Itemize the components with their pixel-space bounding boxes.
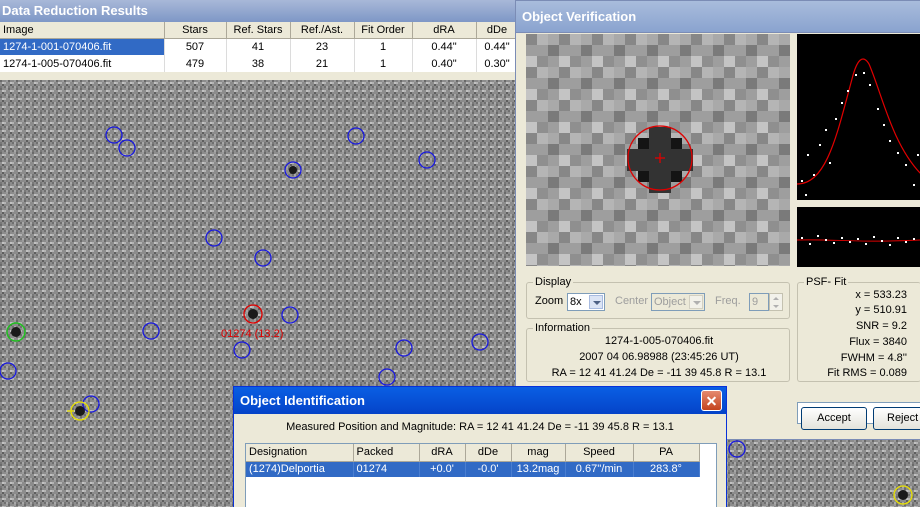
column-header-stars[interactable]: Stars bbox=[164, 22, 227, 39]
psf-profile-plot bbox=[797, 34, 920, 200]
identification-table: Designation Packed dRA dDe mag Speed PA … bbox=[246, 444, 700, 477]
identification-list[interactable]: Designation Packed dRA dDe mag Speed PA … bbox=[245, 443, 717, 507]
table-row[interactable]: 1274-1-001-070406.fit 507 41 23 1 0.44" … bbox=[0, 38, 519, 55]
info-position: RA = 12 41 41.24 De = -11 39 45.8 R = 13… bbox=[551, 367, 767, 379]
center-label: Center bbox=[615, 295, 649, 307]
measured-position-text: Measured Position and Magnitude: RA = 12… bbox=[286, 421, 674, 433]
psf-residual-plot bbox=[797, 207, 920, 267]
data-reduction-window: Data Reduction Results Image Stars Ref. … bbox=[0, 0, 519, 80]
info-file: 1274-1-005-070406.fit bbox=[604, 335, 714, 347]
display-group-label: Display bbox=[533, 276, 574, 288]
psf-fit-rms: Fit RMS = 0.089 bbox=[827, 367, 907, 379]
column-header-ref-stars[interactable]: Ref. Stars bbox=[226, 22, 291, 39]
info-time: 2007 04 06.98988 (23:45:26 UT) bbox=[579, 351, 739, 363]
column-header-dde[interactable]: dDe bbox=[476, 22, 519, 39]
accept-button[interactable]: Accept bbox=[801, 407, 867, 430]
table-row[interactable]: 1274-1-005-070406.fit 479 38 21 1 0.40" … bbox=[0, 55, 519, 72]
chevron-down-icon[interactable] bbox=[589, 295, 603, 309]
center-select[interactable]: Object bbox=[651, 293, 705, 311]
object-identification-title: Object Identification bbox=[234, 387, 726, 414]
data-reduction-table: Image Stars Ref. Stars Ref./Ast. Fit Ord… bbox=[0, 22, 519, 72]
display-group: Display Zoom 8x Center Object Freq. 9 bbox=[526, 276, 790, 319]
column-header-dra[interactable]: dRA bbox=[412, 22, 477, 39]
object-verification-window: Object Verification Display Zoom 8x Cent… bbox=[515, 0, 920, 440]
column-header-designation[interactable]: Designation bbox=[246, 444, 354, 462]
column-header-packed[interactable]: Packed bbox=[353, 444, 420, 462]
column-header-speed[interactable]: Speed bbox=[565, 444, 634, 462]
column-header-fit-order[interactable]: Fit Order bbox=[354, 22, 413, 39]
column-header-dra[interactable]: dRA bbox=[419, 444, 466, 462]
column-header-pa[interactable]: PA bbox=[633, 444, 700, 462]
object-verification-title: Object Verification bbox=[516, 1, 920, 33]
reject-button[interactable]: Reject bbox=[873, 407, 920, 430]
information-group: Information 1274-1-005-070406.fit 2007 0… bbox=[526, 322, 790, 382]
psf-flux: Flux = 3840 bbox=[849, 336, 907, 348]
asteroid-label: 01274 (13.2) bbox=[221, 328, 283, 340]
close-icon[interactable] bbox=[701, 390, 722, 411]
psf-snr: SNR = 9.2 bbox=[855, 320, 907, 332]
column-header-ref-ast[interactable]: Ref./Ast. bbox=[290, 22, 355, 39]
table-header-row: Image Stars Ref. Stars Ref./Ast. Fit Ord… bbox=[0, 22, 519, 39]
psf-y: y = 510.91 bbox=[855, 304, 907, 316]
column-header-image[interactable]: Image bbox=[0, 22, 165, 39]
psf-x: x = 533.23 bbox=[855, 289, 907, 301]
column-header-dde[interactable]: dDe bbox=[465, 444, 512, 462]
psf-fwhm: FWHM = 4.8'' bbox=[840, 352, 907, 364]
psf-fit-group: PSF- Fit x = 533.23 y = 510.91 SNR = 9.2… bbox=[797, 276, 920, 382]
zoom-label: Zoom bbox=[535, 295, 564, 307]
data-reduction-title: Data Reduction Results bbox=[0, 0, 518, 22]
chevron-down-icon[interactable] bbox=[689, 295, 703, 309]
table-header-row: Designation Packed dRA dDe mag Speed PA bbox=[246, 444, 700, 462]
table-row[interactable]: (1274)Delportia 01274 +0.0' -0.0' 13.2ma… bbox=[246, 461, 700, 477]
psf-fit-group-label: PSF- Fit bbox=[804, 276, 849, 288]
zoom-select[interactable]: 8x bbox=[567, 293, 605, 311]
freq-input[interactable]: 9 bbox=[749, 293, 769, 311]
column-header-mag[interactable]: mag bbox=[511, 444, 566, 462]
freq-label: Freq. bbox=[715, 295, 741, 307]
freq-spinner[interactable] bbox=[769, 293, 783, 311]
object-identification-window: Object Identification Measured Position … bbox=[233, 386, 727, 507]
information-group-label: Information bbox=[533, 322, 593, 334]
object-stamp-image bbox=[526, 34, 790, 266]
